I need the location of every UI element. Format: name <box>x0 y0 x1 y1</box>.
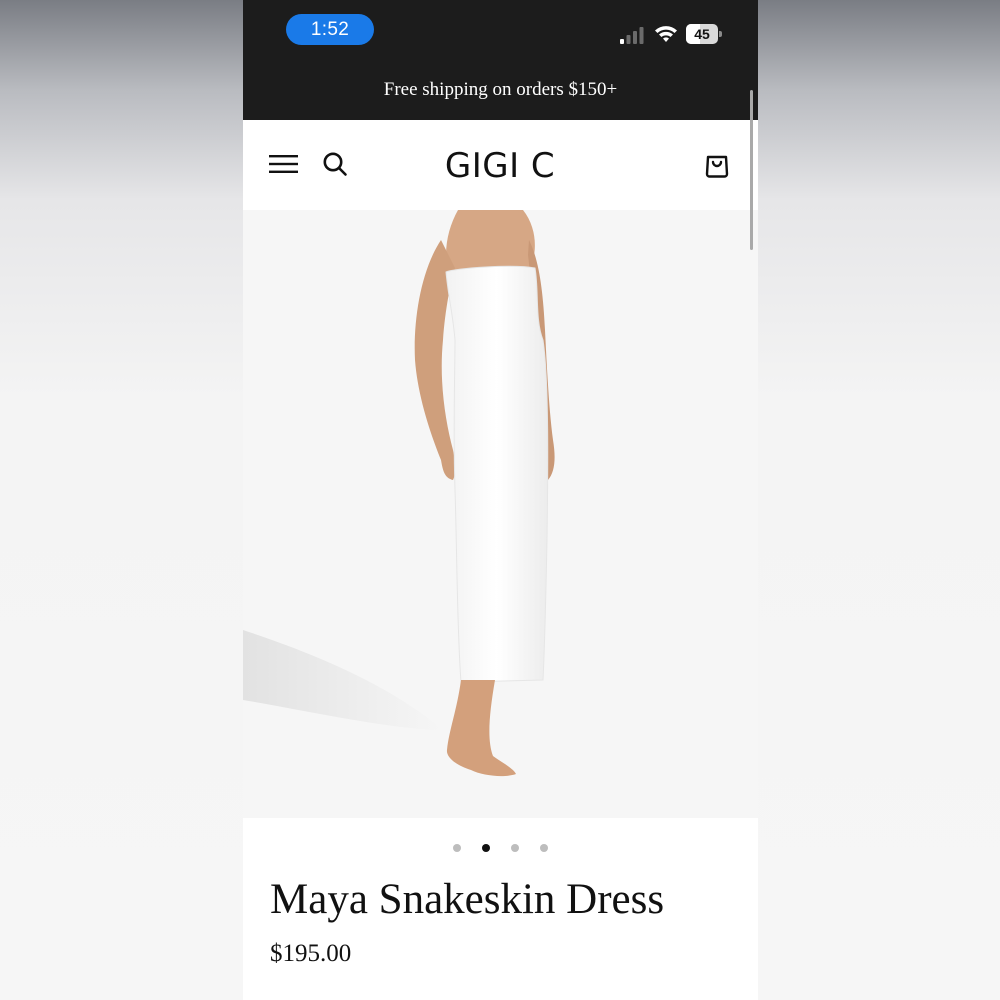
product-image[interactable] <box>243 210 758 818</box>
carousel-dot[interactable] <box>511 844 519 852</box>
model-legs <box>446 680 516 777</box>
carousel-dot[interactable] <box>482 844 490 852</box>
battery-body: 45 <box>686 24 718 44</box>
brand-logo[interactable]: GIGI C <box>400 144 600 188</box>
battery-tip <box>719 31 722 37</box>
carousel-dot[interactable] <box>453 844 461 852</box>
shopping-bag-icon[interactable] <box>703 150 731 178</box>
site-header: GIGI C <box>243 120 758 210</box>
dress-photo <box>243 210 555 777</box>
wifi-icon <box>655 26 677 42</box>
background-left <box>0 0 243 1000</box>
status-time[interactable]: 1:52 <box>286 14 374 45</box>
announcement-bar: Free shipping on orders $150+ <box>243 62 758 120</box>
white-dress <box>445 265 549 683</box>
scroll-indicator[interactable] <box>750 90 753 250</box>
background-right <box>758 0 1000 1000</box>
battery-level: 45 <box>694 26 710 42</box>
search-icon[interactable] <box>322 151 348 177</box>
carousel-dots <box>243 842 758 854</box>
product-price: $195.00 <box>270 940 352 967</box>
hamburger-menu-icon[interactable] <box>269 152 299 176</box>
product-title: Maya Snakeskin Dress <box>270 876 665 923</box>
floor-shadow <box>243 630 443 730</box>
battery-icon: 45 <box>686 24 722 44</box>
phone-screen: 1:52 45 Free shipping on orders $150+ GI… <box>243 0 758 1000</box>
carousel-dot[interactable] <box>540 844 548 852</box>
cellular-signal-icon <box>620 27 644 44</box>
status-bar: 1:52 45 <box>243 0 758 62</box>
